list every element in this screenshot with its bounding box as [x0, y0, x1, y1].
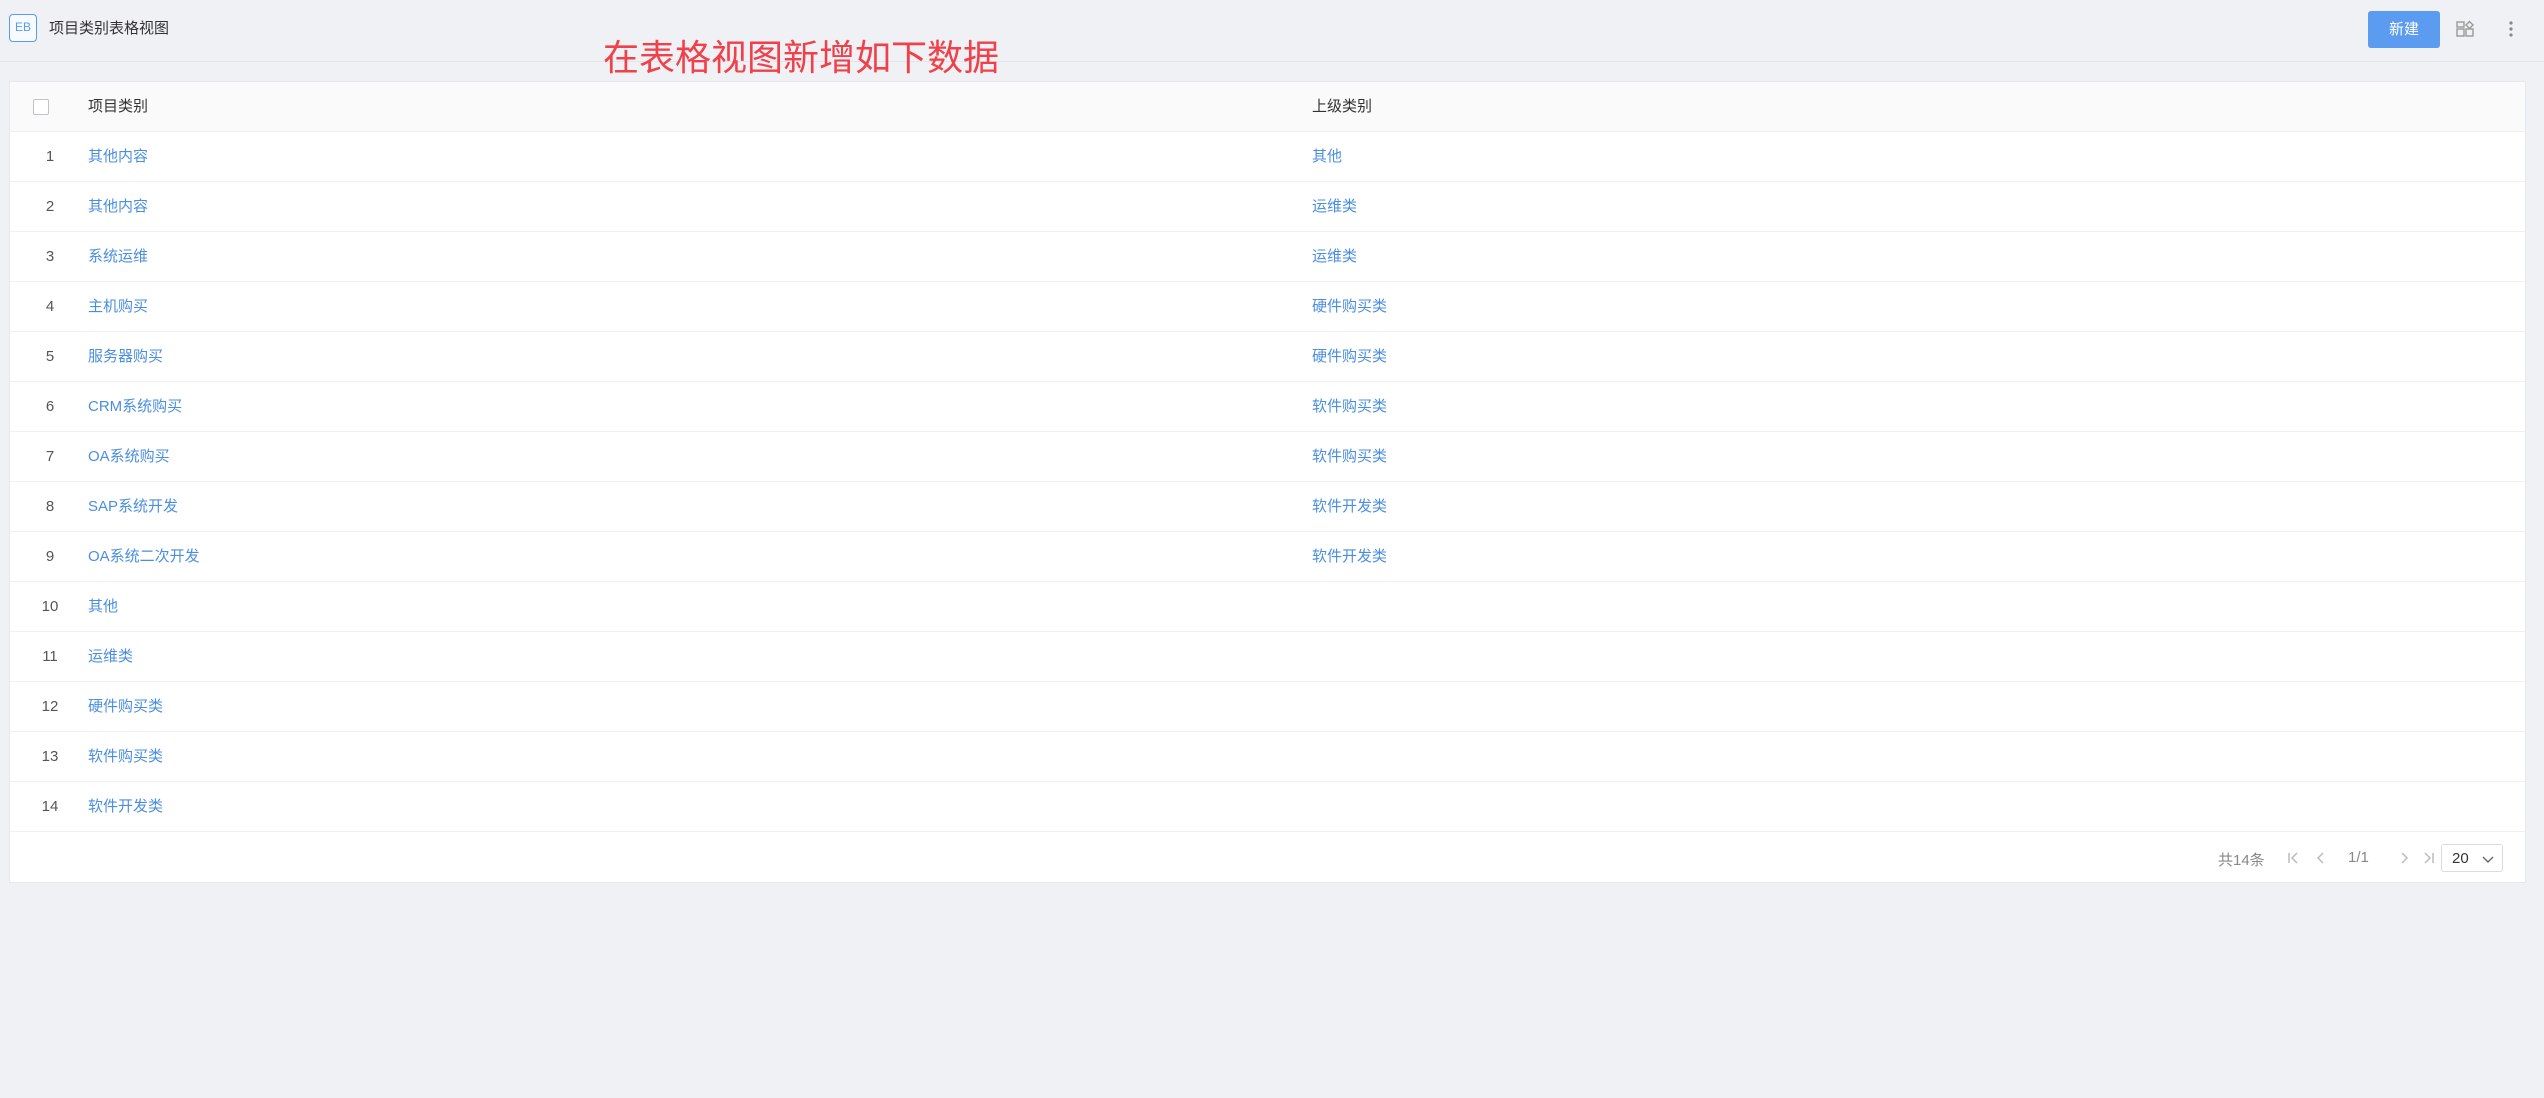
app-badge: EB — [9, 14, 37, 42]
table-row[interactable]: 4 主机购买 硬件购买类 — [10, 282, 2525, 332]
row-number: 13 — [41, 748, 59, 765]
category-link[interactable]: 其他内容 — [88, 182, 148, 232]
pagination: 共14条 1/1 20 — [10, 833, 2525, 883]
row-number: 1 — [45, 148, 55, 165]
category-link[interactable]: CRM系统购买 — [88, 382, 182, 432]
page-indicator: 1/1 — [2348, 849, 2369, 866]
chevron-down-icon — [2480, 851, 2496, 871]
table-row[interactable]: 8 SAP系统开发 软件开发类 — [10, 482, 2525, 532]
table-row[interactable]: 14 软件开发类 — [10, 782, 2525, 832]
more-vertical-icon[interactable] — [2498, 16, 2524, 42]
category-link[interactable]: SAP系统开发 — [88, 482, 178, 532]
row-number: 14 — [41, 798, 59, 815]
table-row[interactable]: 9 OA系统二次开发 软件开发类 — [10, 532, 2525, 582]
row-number: 8 — [45, 498, 55, 515]
category-link[interactable]: 服务器购买 — [88, 332, 163, 382]
next-page-icon[interactable] — [2395, 849, 2413, 867]
table-row[interactable]: 1 其他内容 其他 — [10, 132, 2525, 182]
row-number: 9 — [45, 548, 55, 565]
row-number: 2 — [45, 198, 55, 215]
category-link[interactable]: 其他内容 — [88, 132, 148, 182]
row-number: 10 — [41, 598, 59, 615]
category-link[interactable]: OA系统购买 — [88, 432, 170, 482]
column-header-category[interactable]: 项目类别 — [88, 82, 148, 132]
table-row[interactable]: 11 运维类 — [10, 632, 2525, 682]
page-title: 项目类别表格视图 — [49, 20, 170, 37]
row-number: 6 — [45, 398, 55, 415]
select-all-checkbox[interactable] — [33, 99, 49, 115]
table-row[interactable]: 12 硬件购买类 — [10, 682, 2525, 732]
table-panel: 项目类别 上级类别 1 其他内容 其他 2 其他内容 运维类 3 系统运维 运维类 4 主机购买 硬件… — [9, 81, 2526, 883]
category-link[interactable]: 软件购买类 — [88, 732, 163, 782]
category-link[interactable]: 系统运维 — [88, 232, 148, 282]
table-row[interactable]: 5 服务器购买 硬件购买类 — [10, 332, 2525, 382]
parent-category-link[interactable]: 软件开发类 — [1312, 482, 1387, 532]
row-number: 3 — [45, 248, 55, 265]
total-count: 共14条 — [2218, 852, 2265, 869]
parent-category-link[interactable]: 硬件购买类 — [1312, 282, 1387, 332]
table-row[interactable]: 10 其他 — [10, 582, 2525, 632]
parent-category-link[interactable]: 其他 — [1312, 132, 1342, 182]
parent-category-link[interactable]: 运维类 — [1312, 182, 1357, 232]
last-page-icon[interactable] — [2420, 849, 2438, 867]
new-button[interactable]: 新建 — [2368, 11, 2440, 48]
category-link[interactable]: 主机购买 — [88, 282, 148, 332]
row-number: 7 — [45, 448, 55, 465]
category-link[interactable]: 其他 — [88, 582, 118, 632]
table-header-row: 项目类别 上级类别 — [10, 82, 2525, 132]
table-row[interactable]: 13 软件购买类 — [10, 732, 2525, 782]
parent-category-link[interactable]: 软件购买类 — [1312, 432, 1387, 482]
parent-category-link[interactable]: 软件开发类 — [1312, 532, 1387, 582]
table-row[interactable]: 6 CRM系统购买 软件购买类 — [10, 382, 2525, 432]
parent-category-link[interactable]: 硬件购买类 — [1312, 332, 1387, 382]
row-number: 12 — [41, 698, 59, 715]
row-number: 5 — [45, 348, 55, 365]
parent-category-link[interactable]: 软件购买类 — [1312, 382, 1387, 432]
row-number: 4 — [45, 298, 55, 315]
category-link[interactable]: 运维类 — [88, 632, 133, 682]
category-link[interactable]: OA系统二次开发 — [88, 532, 200, 582]
category-link[interactable]: 硬件购买类 — [88, 682, 163, 732]
header-bar: EB 项目类别表格视图 新建 — [0, 0, 2544, 62]
layout-icon[interactable] — [2452, 16, 2478, 42]
annotation-text: 在表格视图新增如下数据 — [603, 37, 1000, 78]
column-header-parent[interactable]: 上级类别 — [1312, 82, 1372, 132]
page-size-select[interactable]: 20 — [2441, 844, 2503, 872]
page-size-value: 20 — [2452, 850, 2469, 867]
category-link[interactable]: 软件开发类 — [88, 782, 163, 832]
table-row[interactable]: 3 系统运维 运维类 — [10, 232, 2525, 282]
first-page-icon[interactable] — [2284, 849, 2302, 867]
prev-page-icon[interactable] — [2312, 849, 2330, 867]
parent-category-link[interactable]: 运维类 — [1312, 232, 1357, 282]
table-row[interactable]: 2 其他内容 运维类 — [10, 182, 2525, 232]
row-number: 11 — [42, 648, 58, 665]
table-row[interactable]: 7 OA系统购买 软件购买类 — [10, 432, 2525, 482]
